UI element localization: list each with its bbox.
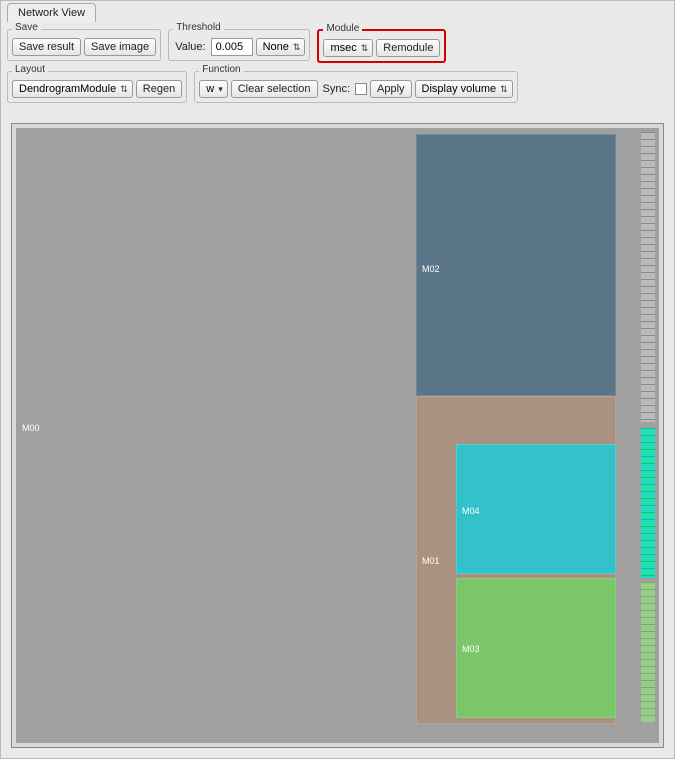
chevron-updown-icon: ⇅ bbox=[500, 85, 508, 94]
group-threshold: Threshold Value: None ⇅ bbox=[168, 29, 310, 61]
display-select[interactable]: Display volume ⇅ bbox=[415, 80, 513, 98]
remodule-button[interactable]: Remodule bbox=[376, 39, 440, 57]
function-mode-value: w bbox=[206, 83, 214, 95]
chevron-updown-icon: ⇅ bbox=[120, 85, 128, 94]
display-value: Display volume bbox=[422, 83, 497, 95]
sync-label: Sync: bbox=[321, 83, 353, 95]
save-result-button[interactable]: Save result bbox=[12, 38, 81, 56]
node-M02[interactable]: M02 bbox=[416, 134, 616, 396]
group-function: Function w ▾ Clear selection Sync: Apply… bbox=[194, 71, 517, 103]
save-image-button[interactable]: Save image bbox=[84, 38, 156, 56]
index-strip-bottom bbox=[641, 582, 655, 722]
node-label-M04: M04 bbox=[462, 506, 480, 516]
regen-button[interactable]: Regen bbox=[136, 80, 182, 98]
chevron-updown-icon: ⇅ bbox=[361, 44, 369, 53]
apply-button[interactable]: Apply bbox=[370, 80, 412, 98]
toolbar-row-1: Save Save result Save image Threshold Va… bbox=[7, 27, 668, 67]
sync-checkbox[interactable] bbox=[355, 83, 367, 95]
chevron-updown-icon: ⇅ bbox=[293, 43, 301, 52]
node-M03[interactable]: M03 bbox=[456, 578, 616, 718]
threshold-value-input[interactable] bbox=[211, 38, 253, 56]
clear-selection-button[interactable]: Clear selection bbox=[231, 80, 318, 98]
app-window: Network View Save Save result Save image… bbox=[0, 0, 675, 759]
group-function-label: Function bbox=[199, 64, 243, 75]
node-label-M01: M01 bbox=[422, 556, 440, 566]
treemap-canvas[interactable]: M00 M02 M01 M04 M03 bbox=[11, 123, 664, 748]
chevron-down-icon: ▾ bbox=[218, 85, 223, 94]
tab-label: Network View bbox=[18, 7, 85, 19]
treemap-root: M00 M02 M01 M04 M03 bbox=[16, 128, 659, 743]
threshold-mode-value: None bbox=[263, 41, 289, 53]
module-unit-value: msec bbox=[330, 42, 356, 54]
function-mode-select[interactable]: w ▾ bbox=[199, 80, 227, 98]
layout-algo-select[interactable]: DendrogramModule ⇅ bbox=[12, 80, 133, 98]
toolbar-row-2: Layout DendrogramModule ⇅ Regen Function… bbox=[7, 69, 668, 107]
group-save-label: Save bbox=[12, 22, 41, 33]
group-module-label: Module bbox=[323, 23, 362, 34]
node-label-M02: M02 bbox=[422, 264, 440, 274]
group-module: Module msec ⇅ Remodule bbox=[317, 29, 446, 63]
module-unit-select[interactable]: msec ⇅ bbox=[323, 39, 373, 57]
node-label-M00: M00 bbox=[22, 423, 40, 433]
index-strip-top bbox=[641, 132, 655, 422]
node-M04[interactable]: M04 bbox=[456, 444, 616, 574]
group-layout-label: Layout bbox=[12, 64, 48, 75]
threshold-mode-select[interactable]: None ⇅ bbox=[256, 38, 306, 56]
group-save: Save Save result Save image bbox=[7, 29, 161, 61]
layout-algo-value: DendrogramModule bbox=[19, 83, 116, 95]
toolbar: Save Save result Save image Threshold Va… bbox=[7, 23, 668, 109]
tab-network-view[interactable]: Network View bbox=[7, 3, 96, 22]
index-strip-mid bbox=[641, 428, 655, 578]
threshold-value-label: Value: bbox=[173, 41, 207, 53]
group-threshold-label: Threshold bbox=[173, 22, 223, 33]
group-layout: Layout DendrogramModule ⇅ Regen bbox=[7, 71, 187, 103]
node-label-M03: M03 bbox=[462, 644, 480, 654]
